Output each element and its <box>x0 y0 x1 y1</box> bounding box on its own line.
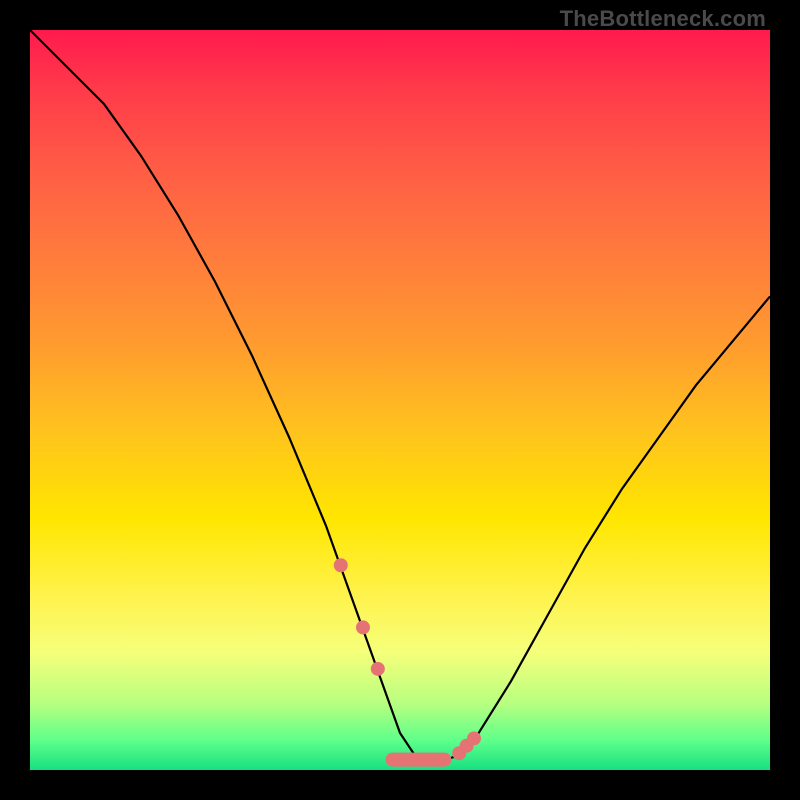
valley-dot <box>334 558 348 572</box>
valley-dot <box>467 731 481 745</box>
watermark-text: TheBottleneck.com <box>560 6 766 32</box>
valley-dots <box>334 558 481 760</box>
chart-frame: TheBottleneck.com <box>0 0 800 800</box>
curve-path <box>30 30 770 763</box>
bottleneck-curve <box>30 30 770 770</box>
plot-area <box>30 30 770 770</box>
valley-dot <box>356 620 370 634</box>
valley-dot <box>371 662 385 676</box>
